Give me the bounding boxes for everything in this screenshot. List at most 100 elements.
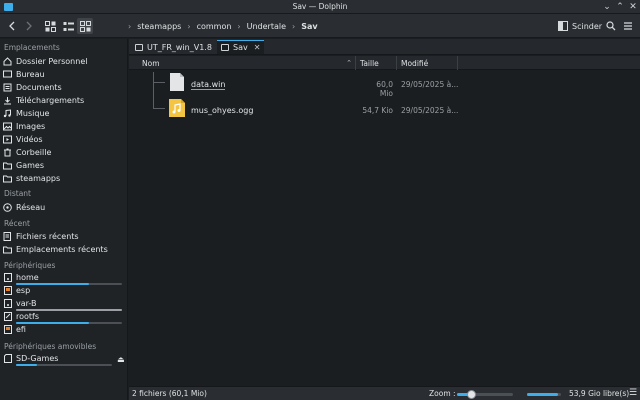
maximize-icon[interactable]: ⌃ xyxy=(615,2,625,12)
file-list[interactable]: data.win 60,0 Mio 29/05/2025 à... mus_oh… xyxy=(129,70,640,386)
close-icon[interactable]: ✕ xyxy=(628,2,638,12)
folder-icon xyxy=(3,174,12,183)
toolbar: › steamapps › common › Undertale › Sav S… xyxy=(0,14,640,38)
tab-label: UT_FR_win_V1.8 xyxy=(147,42,212,52)
sidebar-item-music[interactable]: Musique xyxy=(3,107,125,120)
forward-arrow-icon xyxy=(26,21,32,31)
breadcrumb-separator-icon: › xyxy=(237,21,241,31)
hamburger-menu-button[interactable] xyxy=(621,18,635,34)
file-count: 2 fichiers (60,1 Mio) xyxy=(132,389,207,398)
eject-icon[interactable]: ⏏ xyxy=(117,355,125,364)
audio-file-icon xyxy=(169,99,185,117)
status-menu-icon[interactable]: ☰ xyxy=(629,388,637,398)
grid-view-icon xyxy=(44,20,56,32)
sidebar-item-esp[interactable]: esp xyxy=(3,284,125,297)
column-modified[interactable]: Modifié xyxy=(397,56,458,70)
download-icon xyxy=(3,96,12,105)
breadcrumb-undertale[interactable]: Undertale xyxy=(247,22,286,31)
sidebar-item-home[interactable]: Dossier Personnel xyxy=(3,55,125,68)
music-icon xyxy=(3,109,12,118)
sidebar-item-label: Games xyxy=(16,161,44,170)
places-sidebar: Emplacements Dossier Personnel Bureau Do… xyxy=(0,39,128,400)
sidebar-item-label: Images xyxy=(16,122,46,131)
search-button[interactable] xyxy=(604,18,618,34)
breadcrumb-steamapps[interactable]: steamapps xyxy=(137,22,181,31)
close-tab-icon[interactable]: ✕ xyxy=(254,43,261,52)
desktop-icon xyxy=(3,70,12,79)
drive-icon xyxy=(3,325,12,334)
image-icon xyxy=(3,122,12,131)
details-view-button[interactable] xyxy=(77,18,93,34)
section-remote-title: Distant xyxy=(4,189,31,198)
sidebar-item-efi[interactable]: efi xyxy=(3,323,125,336)
network-icon xyxy=(3,203,12,212)
sd-games-usage-fill xyxy=(16,364,38,366)
icons-view-button[interactable] xyxy=(42,18,58,34)
tab-label: Sav xyxy=(233,43,248,52)
sidebar-item-documents[interactable]: Documents xyxy=(3,81,125,94)
file-modified: 29/05/2025 à... xyxy=(401,80,459,89)
free-space-label: 53,9 Gio libre(s) xyxy=(569,389,630,398)
sidebar-item-label: SD-Games xyxy=(16,354,59,363)
sidebar-item-label: home xyxy=(16,273,39,282)
sidebar-item-label: Vidéos xyxy=(16,135,43,144)
breadcrumb-separator-icon: › xyxy=(292,21,296,31)
column-size[interactable]: Taille xyxy=(356,56,397,70)
minimize-icon[interactable]: ⌄ xyxy=(602,2,612,12)
zoom-slider[interactable] xyxy=(457,390,513,399)
folder-icon xyxy=(3,161,12,170)
section-devices-title: Périphériques xyxy=(4,261,56,270)
breadcrumb: › steamapps › common › Undertale › Sav xyxy=(128,20,318,32)
back-button[interactable] xyxy=(5,18,19,34)
sidebar-item-steamapps[interactable]: steamapps xyxy=(3,172,125,185)
split-button-label: Scinder xyxy=(572,21,603,31)
file-modified: 29/05/2025 à... xyxy=(401,106,459,115)
recent-places-icon xyxy=(3,245,12,254)
split-button[interactable]: Scinder xyxy=(558,18,602,34)
sidebar-item-label: esp xyxy=(16,286,31,295)
folder-tab-icon xyxy=(221,44,229,51)
sidebar-item-downloads[interactable]: Téléchargements xyxy=(3,94,125,107)
video-icon xyxy=(3,135,12,144)
sidebar-item-recent-files[interactable]: Fichiers récents xyxy=(3,230,125,243)
sidebar-item-desktop[interactable]: Bureau xyxy=(3,68,125,81)
title-bar: Sav — Dolphin ⌄ ⌃ ✕ xyxy=(0,0,640,14)
tab-sav[interactable]: Sav ✕ xyxy=(217,40,265,54)
zoom-slider-handle[interactable] xyxy=(467,390,476,399)
forward-button[interactable] xyxy=(22,18,36,34)
table-row[interactable]: mus_ohyes.ogg 54,7 Kio 29/05/2025 à... xyxy=(129,96,640,124)
section-removable-title: Périphériques amovibles xyxy=(4,342,97,351)
free-space-bar xyxy=(527,393,561,396)
breadcrumb-common[interactable]: common xyxy=(197,22,232,31)
sidebar-item-images[interactable]: Images xyxy=(3,120,125,133)
column-name[interactable]: Nom ⌃ xyxy=(137,56,356,70)
zoom-label: Zoom : xyxy=(429,389,456,398)
tab-ut-fr-win[interactable]: UT_FR_win_V1.8 xyxy=(131,40,216,54)
section-recent-title: Récent xyxy=(4,219,30,228)
table-row[interactable]: data.win 60,0 Mio 29/05/2025 à... xyxy=(129,70,640,98)
drive-icon xyxy=(3,273,12,282)
column-size-label: Taille xyxy=(360,58,379,68)
sidebar-item-games[interactable]: Games xyxy=(3,159,125,172)
back-arrow-icon xyxy=(9,21,15,31)
split-view-icon xyxy=(558,21,568,31)
section-places-title: Emplacements xyxy=(4,43,60,52)
sidebar-item-label: Dossier Personnel xyxy=(16,57,88,66)
sidebar-item-trash[interactable]: Corbeille xyxy=(3,146,125,159)
tab-bar: UT_FR_win_V1.8 Sav ✕ xyxy=(129,39,640,55)
drive-icon xyxy=(3,312,12,321)
sidebar-item-recent-places[interactable]: Emplacements récents xyxy=(3,243,125,256)
home-icon xyxy=(3,57,12,66)
compact-view-button[interactable] xyxy=(60,18,76,34)
sidebar-item-videos[interactable]: Vidéos xyxy=(3,133,125,146)
search-icon xyxy=(606,21,616,31)
breadcrumb-current[interactable]: Sav xyxy=(301,22,317,31)
status-bar: 2 fichiers (60,1 Mio) Zoom : 53,9 Gio li… xyxy=(129,386,640,400)
sidebar-item-label: efi xyxy=(16,325,26,334)
breadcrumb-separator-icon: › xyxy=(187,21,191,31)
column-name-label: Nom xyxy=(142,58,160,68)
document-icon xyxy=(3,83,12,92)
recent-files-icon xyxy=(3,232,12,241)
sd-games-usage-bar xyxy=(16,364,112,366)
sidebar-item-network[interactable]: Réseau xyxy=(3,201,125,214)
